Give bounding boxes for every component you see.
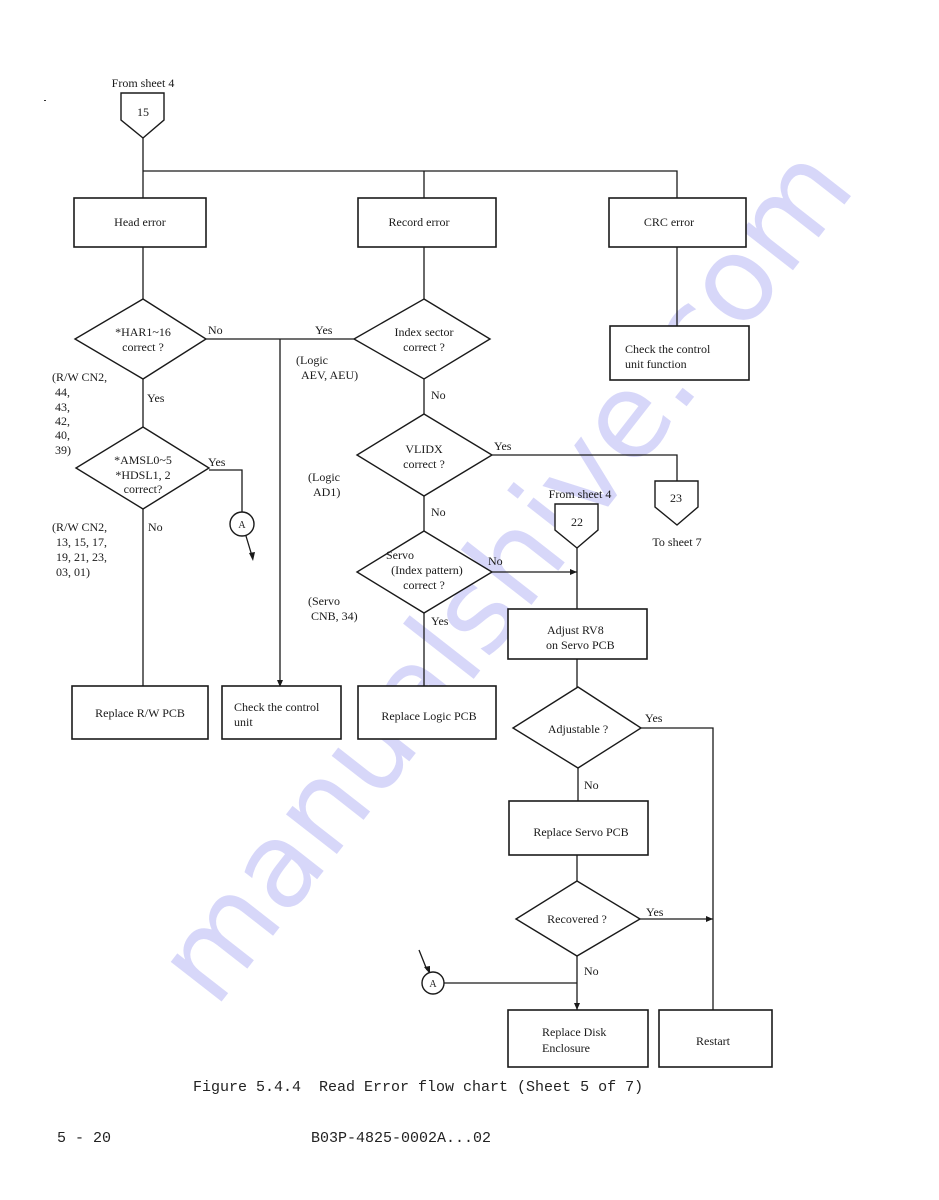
replace-disk-enclosure-line1: Replace Disk <box>542 1025 606 1039</box>
har-no-label: No <box>208 323 223 337</box>
entry2-connector-label: From sheet 4 <box>549 487 612 501</box>
vlidx-line1: VLIDX <box>405 442 443 456</box>
replace-rw-pcb-label: Replace R/W PCB <box>95 706 185 720</box>
head-error-label: Head error <box>114 215 166 229</box>
vlidx-yes-label: Yes <box>494 439 512 453</box>
watermark: manualshive.com <box>128 120 879 1027</box>
note-rw-cn2-a-6: 39) <box>55 443 71 457</box>
arrow-head <box>249 552 255 561</box>
vlidx-line2: correct ? <box>403 457 445 471</box>
adjust-rv8-line2: on Servo PCB <box>546 638 615 652</box>
entry2-connector-number: 22 <box>571 515 583 529</box>
note-logic-aev-1: (Logic <box>296 353 328 367</box>
connector-line <box>143 170 678 198</box>
check-control-unit-line1: Check the control <box>234 700 320 714</box>
entry-connector-label: From sheet 4 <box>112 76 175 90</box>
document-id: B03P-4825-0002A...02 <box>311 1130 491 1147</box>
check-control-unit-function-line2: unit function <box>625 357 687 371</box>
offpage-connector-a-in-label: A <box>429 979 437 990</box>
adjust-rv8-line1: Adjust RV8 <box>547 623 604 637</box>
note-servo-cnb-2: CNB, 34) <box>311 609 358 623</box>
note-rw-cn2-a-1: (R/W CN2, <box>52 370 107 384</box>
servo-no-label: No <box>488 554 503 568</box>
servo-line3: correct ? <box>403 578 445 592</box>
har-yes-label: Yes <box>147 391 165 405</box>
amsl-decision-line3: correct? <box>124 482 163 496</box>
servo-line1: Servo <box>386 548 414 562</box>
note-rw-cn2-b-4: 03, 01) <box>56 565 90 579</box>
amsl-decision-line1: *AMSL0~5 <box>114 453 172 467</box>
read-error-flowchart: manualshive.com From sheet 4 15 Head err… <box>44 76 879 1147</box>
offpage-connector-a-label: A <box>238 520 246 531</box>
restart-label: Restart <box>696 1034 731 1048</box>
note-rw-cn2-a-5: 40, <box>55 428 70 442</box>
replace-servo-pcb-label: Replace Servo PCB <box>533 825 628 839</box>
note-rw-cn2-b-1: (R/W CN2, <box>52 520 107 534</box>
connector-line <box>209 469 243 512</box>
note-logic-ad1-2: AD1) <box>313 485 340 499</box>
recovered-yes-label: Yes <box>646 905 664 919</box>
note-servo-cnb-1: (Servo <box>308 594 340 608</box>
index-sector-line2: correct ? <box>403 340 445 354</box>
crc-error-label: CRC error <box>644 215 694 229</box>
page-number: 5 - 20 <box>57 1130 111 1147</box>
har-decision <box>73 298 208 380</box>
exit-connector-label: To sheet 7 <box>652 535 701 549</box>
amsl-no-label: No <box>148 520 163 534</box>
note-rw-cn2-b-2: 13, 15, 17, <box>56 535 107 549</box>
index-sector-line1: Index sector <box>395 325 454 339</box>
figure-caption: Figure 5.4.4 Read Error flow chart (Shee… <box>193 1079 643 1096</box>
scan-speck <box>44 100 46 101</box>
recovered-label: Recovered ? <box>547 912 607 926</box>
index-sector-decision <box>352 298 492 380</box>
amsl-yes-label: Yes <box>208 455 226 469</box>
check-control-unit-function-line1: Check the control <box>625 342 711 356</box>
servo-yes-label: Yes <box>431 614 449 628</box>
note-rw-cn2-a-4: 42, <box>55 414 70 428</box>
adjustable-label: Adjustable ? <box>548 722 608 736</box>
check-control-unit-line2: unit <box>234 715 253 729</box>
arrow-head <box>706 916 713 922</box>
record-error-label: Record error <box>389 215 450 229</box>
note-rw-cn2-b-3: 19, 21, 23, <box>56 550 107 564</box>
amsl-decision-line2: *HDSL1, 2 <box>115 468 170 482</box>
connector-line <box>641 727 714 1010</box>
note-logic-ad1-1: (Logic <box>308 470 340 484</box>
adjustable-no-label: No <box>584 778 599 792</box>
note-logic-aev-2: AEV, AEU) <box>301 368 358 382</box>
replace-disk-enclosure-line2: Enclosure <box>542 1041 590 1055</box>
har-decision-line1: *HAR1~16 <box>115 325 171 339</box>
vlidx-no-label: No <box>431 505 446 519</box>
note-rw-cn2-a-2: 44, <box>55 385 70 399</box>
servo-line2: (Index pattern) <box>391 563 463 577</box>
index-sector-no-label: No <box>431 388 446 402</box>
note-rw-cn2-a-3: 43, <box>55 400 70 414</box>
recovered-no-label: No <box>584 964 599 978</box>
entry-connector-number: 15 <box>137 105 149 119</box>
replace-logic-pcb-label: Replace Logic PCB <box>381 709 476 723</box>
adjustable-yes-label: Yes <box>645 711 663 725</box>
index-sector-yes-label: Yes <box>315 323 333 337</box>
document-page: manualshive.com From sheet 4 15 Head err… <box>0 0 939 1200</box>
arrow-head <box>574 1003 580 1010</box>
har-decision-line2: correct ? <box>122 340 164 354</box>
exit-connector-number: 23 <box>670 491 682 505</box>
